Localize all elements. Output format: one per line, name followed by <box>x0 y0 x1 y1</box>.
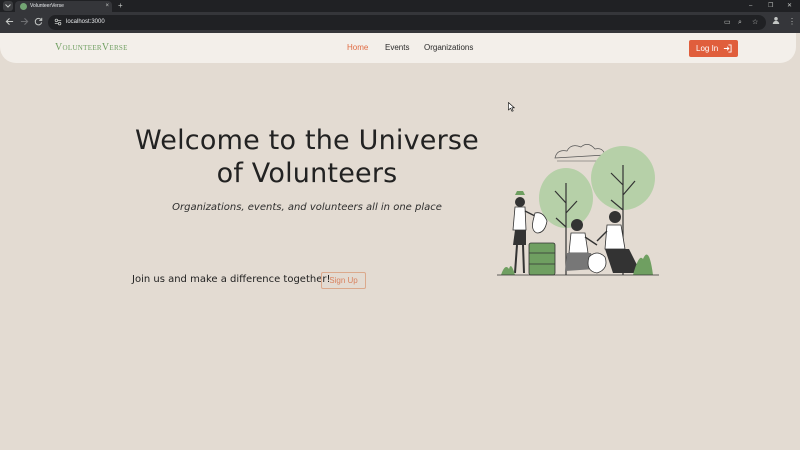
tab-close-button[interactable]: × <box>105 2 109 10</box>
page-scrollbar[interactable] <box>796 33 800 450</box>
person-kneeling-icon <box>571 219 583 231</box>
tab-title: VolunteerVerse <box>30 3 64 9</box>
nav-link-organizations[interactable]: Organizations <box>424 43 473 53</box>
person-man-icon <box>609 211 621 223</box>
profile-avatar-icon <box>772 16 780 24</box>
more-menu-icon[interactable]: ⋮ <box>788 16 796 28</box>
reload-button[interactable] <box>34 17 43 29</box>
hero-subtitle: Organizations, events, and volunteers al… <box>172 202 442 213</box>
profile-icon[interactable] <box>772 16 780 28</box>
address-bar[interactable]: localhost:3000 ▭ ⌕ ☆ <box>48 15 766 30</box>
hero-title: Welcome to the Universe of Volunteers <box>134 125 479 189</box>
restore-button[interactable]: ❐ <box>768 0 773 12</box>
volunteers-illustration <box>497 144 659 276</box>
browser-tab[interactable]: VolunteerVerse × <box>15 1 112 12</box>
favicon-icon <box>20 3 27 10</box>
bookmark-star-icon[interactable]: ☆ <box>752 19 758 27</box>
mouse-cursor-icon <box>508 102 515 112</box>
person-standing-icon <box>515 197 525 207</box>
site-info-icon[interactable] <box>54 18 62 26</box>
cta-text: Join us and make a difference together! <box>132 274 331 285</box>
recycle-bin-icon <box>528 242 556 276</box>
chevron-down-icon <box>5 4 11 8</box>
nav-link-home[interactable]: Home <box>347 43 368 53</box>
login-arrow-icon <box>723 44 732 53</box>
nav-link-events[interactable]: Events <box>385 43 409 53</box>
back-button[interactable] <box>5 17 14 29</box>
site-navbar: VolunteerVerse Home Events Organizations… <box>0 33 796 63</box>
zoom-icon[interactable]: ⌕ <box>738 19 742 27</box>
new-tab-button[interactable]: + <box>118 0 123 11</box>
brand-logo[interactable]: VolunteerVerse <box>55 42 128 53</box>
cast-icon[interactable]: ▭ <box>724 19 731 27</box>
browser-tab-bar: VolunteerVerse × + – ❐ ✕ <box>0 0 800 12</box>
login-label: Log In <box>696 44 719 53</box>
login-button[interactable]: Log In <box>689 40 738 57</box>
close-window-button[interactable]: ✕ <box>787 0 792 12</box>
browser-toolbar: localhost:3000 ▭ ⌕ ☆ ⋮ <box>0 12 800 33</box>
page-content: VolunteerVerse Home Events Organizations… <box>0 33 800 450</box>
cloud-icon <box>554 144 606 159</box>
url-text[interactable]: localhost:3000 <box>66 18 105 27</box>
forward-button[interactable] <box>20 17 29 29</box>
reload-icon <box>34 17 43 26</box>
back-arrow-icon <box>5 17 14 26</box>
tab-search-button[interactable] <box>3 1 13 11</box>
signup-button[interactable]: Sign Up <box>321 272 366 289</box>
minimize-button[interactable]: – <box>749 0 752 12</box>
forward-arrow-icon <box>20 17 29 26</box>
